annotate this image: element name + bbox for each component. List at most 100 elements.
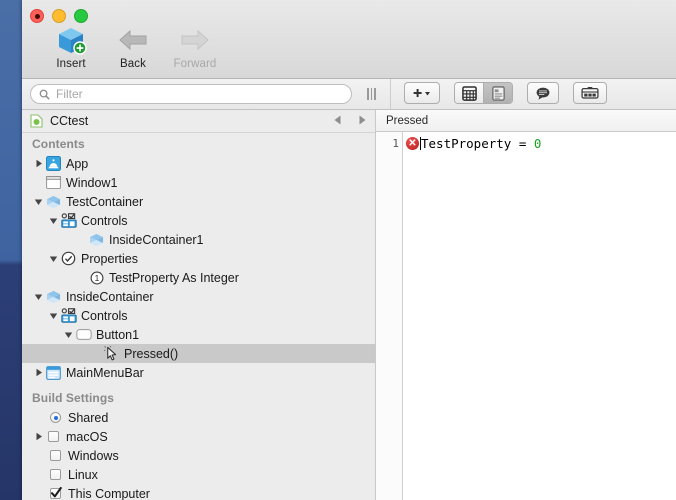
- tree-row-window1[interactable]: Window1: [22, 173, 375, 192]
- build-row-label: Windows: [68, 448, 119, 463]
- filter-toolbar: Filter: [22, 79, 676, 110]
- nav-back-arrow-icon[interactable]: [333, 114, 343, 126]
- project-name: CCtest: [50, 114, 89, 128]
- tree-row-label: InsideContainer1: [109, 232, 204, 247]
- tree-row-label: TestProperty As Integer: [109, 270, 239, 285]
- tree-row-mainmenubar[interactable]: MainMenuBar: [22, 363, 375, 382]
- build-row-this-computer[interactable]: This Computer: [22, 484, 375, 500]
- tree-row-controls[interactable]: Controls: [22, 306, 375, 325]
- tree-row-testproperty[interactable]: 1 TestProperty As Integer: [22, 268, 375, 287]
- disclosure-expanded-icon[interactable]: [62, 331, 75, 339]
- disclosure-collapsed-icon[interactable]: [32, 368, 45, 377]
- build-row-windows[interactable]: Windows: [22, 446, 375, 465]
- close-button[interactable]: [30, 9, 44, 23]
- properties-icon: [60, 251, 77, 266]
- toolbar-divider: [390, 79, 391, 109]
- tree-row-label: Controls: [81, 213, 128, 228]
- toolbox-icon: [581, 86, 599, 99]
- speech-bubble-icon: [536, 87, 550, 100]
- tree-row-insidecontainer1[interactable]: InsideContainer1: [22, 230, 375, 249]
- disclosure-expanded-icon[interactable]: [32, 198, 45, 206]
- code-text-area[interactable]: ✕ TestProperty = 0: [403, 132, 676, 500]
- layout-button[interactable]: [573, 82, 607, 104]
- search-icon: [39, 89, 50, 99]
- build-settings-tree: Shared macOS Windows Linux This Computer: [22, 408, 375, 500]
- list-view-icon: [491, 85, 505, 101]
- disclosure-expanded-icon[interactable]: [47, 255, 60, 263]
- search-input-placeholder: Filter: [56, 87, 83, 101]
- error-marker-icon[interactable]: ✕: [406, 137, 419, 150]
- disclosure-expanded-icon[interactable]: [47, 217, 60, 225]
- code-token-number: 0: [533, 136, 542, 151]
- forward-arrow-icon: [168, 24, 222, 56]
- controls-icon: [60, 308, 77, 323]
- menubar-icon: [45, 365, 62, 380]
- build-row-label: Linux: [68, 467, 98, 482]
- insert-cube-icon: [44, 24, 98, 56]
- code-editor-pane: Pressed 1 ✕ TestProperty = 0: [376, 110, 676, 500]
- container-icon: [45, 290, 62, 304]
- section-header-contents: Contents: [32, 137, 85, 151]
- tree-row-pressed-event[interactable]: Pressed(): [22, 344, 375, 363]
- insert-button-label: Insert: [56, 58, 86, 70]
- grid-view-button[interactable]: [455, 83, 483, 103]
- disclosure-expanded-icon[interactable]: [47, 312, 60, 320]
- tree-row-controls[interactable]: Controls: [22, 211, 375, 230]
- checkbox-off-icon[interactable]: [47, 450, 64, 461]
- controls-icon: [60, 213, 77, 228]
- back-button[interactable]: Back: [106, 24, 160, 70]
- list-view-button[interactable]: [483, 83, 512, 103]
- project-document-icon: [30, 114, 43, 128]
- radio-on-icon[interactable]: [47, 412, 64, 423]
- search-input[interactable]: Filter: [30, 84, 352, 104]
- property-icon: 1: [88, 271, 105, 285]
- tree-row-insidecontainer[interactable]: InsideContainer: [22, 287, 375, 306]
- main-toolbar: Insert Back Forward: [44, 24, 222, 70]
- resize-grip-icon[interactable]: [367, 88, 376, 100]
- insert-button[interactable]: Insert: [44, 24, 98, 70]
- forward-button[interactable]: Forward: [168, 24, 222, 70]
- checkbox-on-icon[interactable]: [47, 487, 64, 499]
- zoom-button[interactable]: [74, 9, 88, 23]
- build-row-linux[interactable]: Linux: [22, 465, 375, 484]
- tree-row-app[interactable]: App: [22, 154, 375, 173]
- container-icon: [88, 233, 105, 247]
- tree-row-properties[interactable]: Properties: [22, 249, 375, 268]
- view-mode-segmented-control: [454, 82, 513, 104]
- window-body: CCtest Contents App Window1 TestContaine…: [22, 110, 676, 500]
- checkbox-off-icon[interactable]: [47, 469, 64, 480]
- event-cursor-icon: [103, 345, 120, 362]
- tree-row-label: Properties: [81, 251, 138, 266]
- comment-button[interactable]: [527, 82, 559, 104]
- add-dropdown-button[interactable]: [404, 82, 440, 104]
- window-icon: [45, 176, 62, 189]
- application-window: Insert Back Forward Filter CCtest Conten…: [22, 0, 676, 500]
- checkbox-off-icon[interactable]: [45, 431, 62, 442]
- disclosure-collapsed-icon[interactable]: [32, 432, 45, 441]
- minimize-button[interactable]: [52, 9, 66, 23]
- button-icon: [75, 329, 92, 340]
- svg-text:1: 1: [94, 273, 99, 283]
- tree-row-label: MainMenuBar: [66, 365, 144, 380]
- code-token-identifier: TestProperty: [421, 136, 512, 151]
- code-editor-area[interactable]: 1 ✕ TestProperty = 0: [376, 132, 676, 500]
- tree-row-button1[interactable]: Button1: [22, 325, 375, 344]
- nav-forward-arrow-icon[interactable]: [357, 114, 367, 126]
- editor-tab-label[interactable]: Pressed: [386, 115, 428, 127]
- container-icon: [45, 195, 62, 209]
- tree-row-testcontainer[interactable]: TestContainer: [22, 192, 375, 211]
- window-controls: [30, 9, 88, 23]
- section-header-build-settings: Build Settings: [32, 391, 115, 405]
- tree-row-label: Window1: [66, 175, 118, 190]
- disclosure-expanded-icon[interactable]: [32, 293, 45, 301]
- build-row-macos[interactable]: macOS: [22, 427, 375, 446]
- editor-tab-bar: Pressed: [376, 110, 676, 132]
- contents-tree: App Window1 TestContainer Controls Insid…: [22, 154, 375, 382]
- code-line[interactable]: ✕ TestProperty = 0: [403, 135, 676, 152]
- build-row-shared[interactable]: Shared: [22, 408, 375, 427]
- tree-row-label: Pressed(): [124, 346, 179, 361]
- project-header-row[interactable]: CCtest: [22, 110, 375, 133]
- disclosure-collapsed-icon[interactable]: [32, 159, 45, 168]
